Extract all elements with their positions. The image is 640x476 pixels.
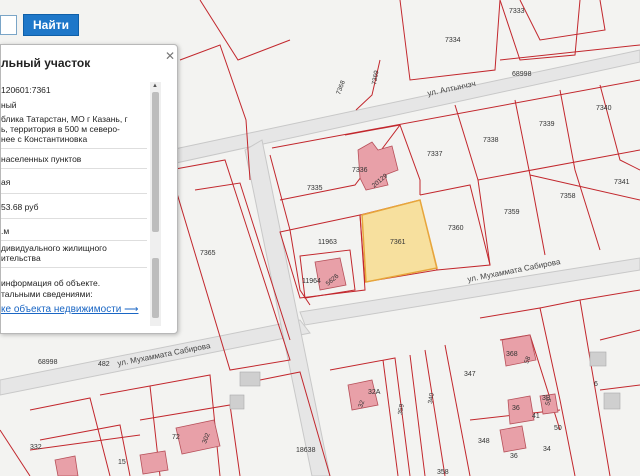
parcel-label: 34 [543, 446, 551, 453]
info-line-2: тальными сведениями: [1, 289, 93, 299]
search-input[interactable] [0, 15, 17, 35]
parcel-label: 36 [510, 453, 518, 460]
parcel-label: 7341 [614, 179, 630, 186]
close-icon[interactable]: ✕ [165, 49, 175, 63]
permitted-use-line-2: ительства [1, 253, 41, 263]
parcel-label: 72 [172, 434, 180, 441]
parcel-label: 68998 [512, 71, 532, 78]
land-category: населенных пунктов [1, 154, 82, 164]
scroll-thumb-lower[interactable] [152, 258, 159, 318]
divider [1, 218, 147, 219]
search-bar: Найти [0, 14, 90, 38]
parcel-label: 15 [118, 459, 126, 466]
area-value: .м [1, 226, 10, 236]
parcel-label: 32A [368, 389, 381, 396]
parcel-label: 7339 [539, 121, 555, 128]
parcel-label: 7340 [596, 105, 612, 112]
parcel-label: 36 [512, 405, 520, 412]
cadastral-cost: 53.68 руб [1, 202, 39, 212]
parcel-label: 7358 [560, 193, 576, 200]
form-of-ownership: ая [1, 177, 11, 187]
parcel-label: 347 [464, 371, 476, 378]
parcel-label: 482 [98, 361, 110, 368]
parcel-label: 7359 [504, 209, 520, 216]
parcel-label: 3B [542, 395, 551, 402]
parcel-label: 7334 [445, 37, 461, 44]
parcel-label: 41 [532, 413, 540, 420]
parcel-label: 7360 [448, 225, 464, 232]
divider [1, 240, 147, 241]
parcel-label: 7365 [200, 250, 216, 257]
parcel-label: 11964 [302, 278, 321, 285]
divider [1, 148, 147, 149]
address-line-2: ь, территория в 500 м северо- [1, 124, 120, 134]
status-value: ный [1, 100, 17, 110]
parcel-label: 358 [437, 469, 449, 476]
info-panel: льный участок ✕ 120601:7361 ный блика Та… [0, 44, 178, 334]
parcel-label: 11963 [318, 239, 337, 246]
search-button[interactable]: Найти [23, 14, 79, 36]
scrollbar-lower[interactable] [150, 256, 161, 326]
scroll-up-icon[interactable]: ▲ [152, 83, 158, 89]
panel-title: льный участок [1, 56, 91, 70]
parcel-label: 7335 [307, 185, 323, 192]
parcel-label: 6 [594, 381, 598, 388]
parcel-label: 368 [506, 351, 518, 358]
cadastral-number: 120601:7361 [1, 85, 51, 95]
parcel-label: 7361 [390, 239, 406, 246]
parcel-label: 7336 [352, 167, 368, 174]
parcel-label: 68998 [38, 359, 58, 366]
divider [1, 168, 147, 169]
divider [1, 267, 147, 268]
parcel-label: 7338 [483, 137, 499, 144]
parcel-label: 348 [478, 438, 490, 445]
parcel-label: 50 [554, 425, 562, 432]
object-link[interactable]: ке объекта недвижимости ⟶ [1, 304, 138, 315]
info-line-1: информация об объекте. [1, 278, 101, 288]
address-line-1: блика Татарстан, МО г Казань, г [1, 114, 128, 124]
address-line-3: нее с Константиновка [1, 134, 88, 144]
parcel-label: 7333 [509, 8, 525, 15]
parcel-label: 332 [30, 444, 42, 451]
permitted-use-line-1: дивидуального жилищного [1, 243, 107, 253]
parcel-label: 18638 [296, 447, 316, 454]
divider [1, 193, 147, 194]
parcel-label: 7337 [427, 151, 443, 158]
scroll-thumb[interactable] [152, 92, 159, 232]
